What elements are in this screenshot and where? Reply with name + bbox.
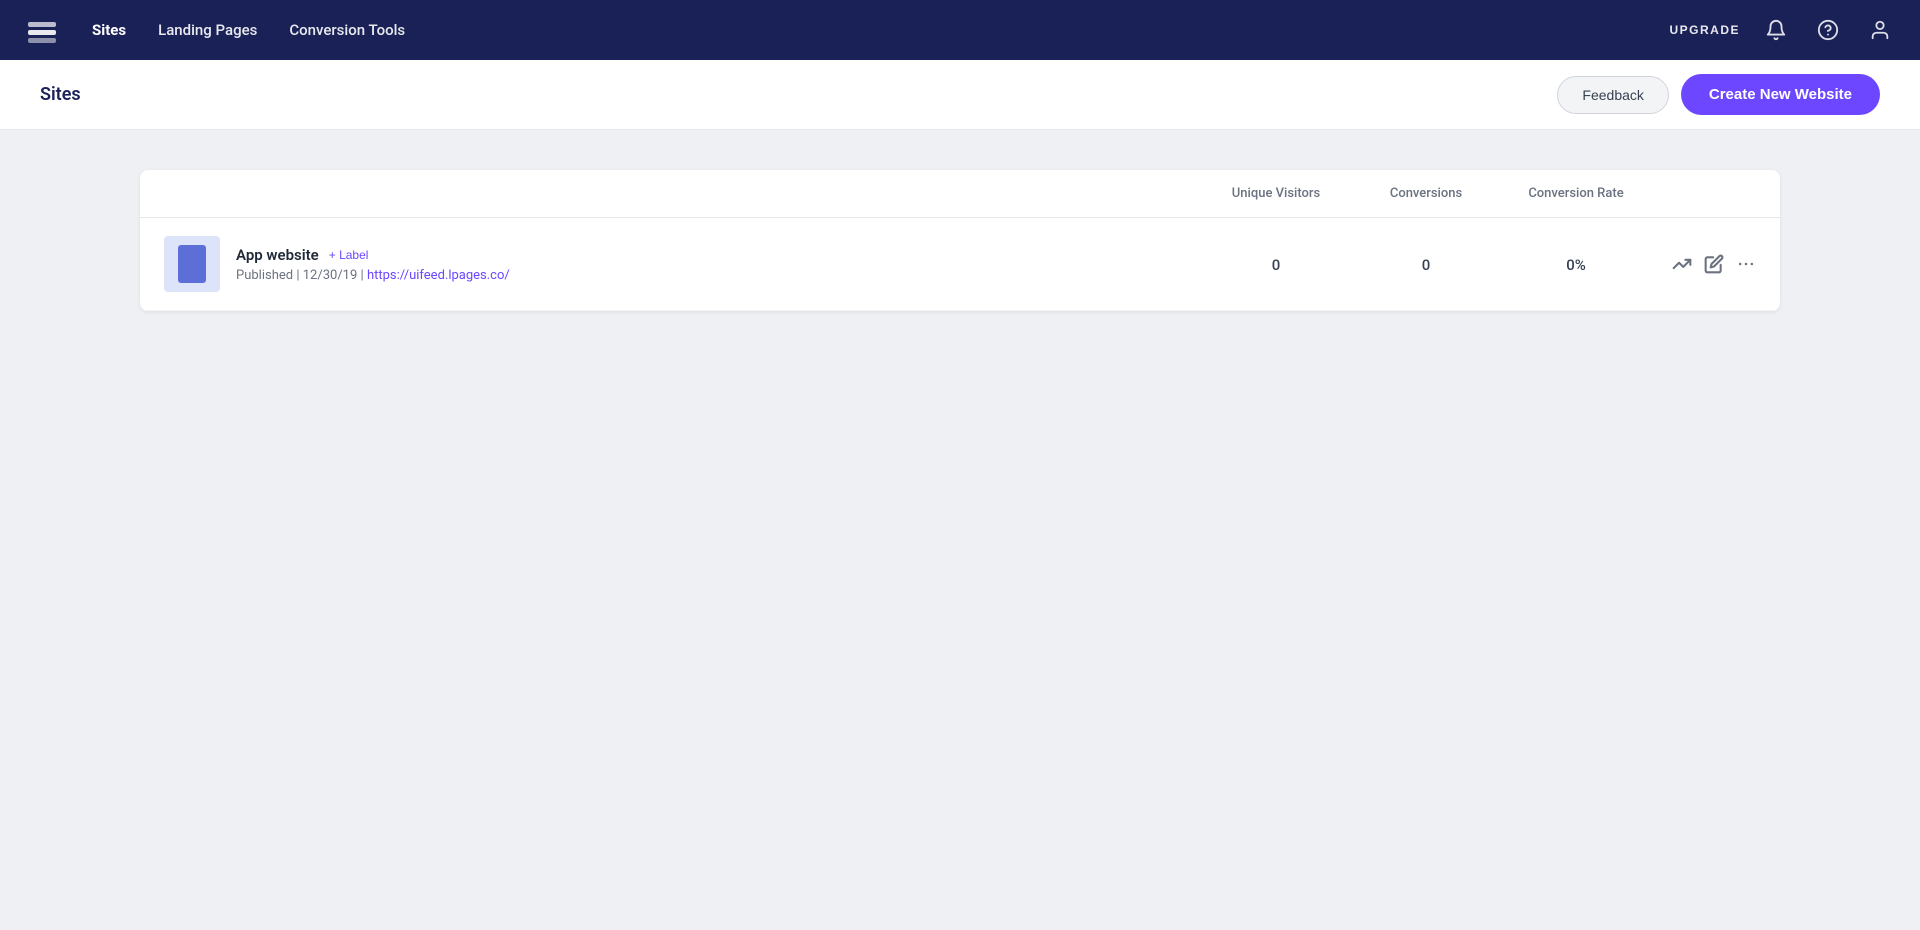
nav-left: Sites Landing Pages Conversion Tools bbox=[24, 12, 405, 48]
nav-sites[interactable]: Sites bbox=[92, 21, 126, 39]
sites-table: Unique Visitors Conversions Conversion R… bbox=[140, 170, 1780, 311]
upgrade-button[interactable]: Upgrade bbox=[1669, 23, 1740, 37]
question-icon bbox=[1817, 19, 1839, 41]
unique-visitors-value: 0 bbox=[1196, 255, 1356, 274]
conversion-rate-header: Conversion Rate bbox=[1496, 186, 1656, 201]
logo[interactable] bbox=[24, 12, 60, 48]
edit-button[interactable] bbox=[1704, 254, 1724, 274]
thumbnail-graphic bbox=[178, 245, 206, 283]
page-header: Sites Feedback Create New Website bbox=[0, 60, 1920, 130]
conversions-value: 0 bbox=[1356, 255, 1496, 274]
table-header: Unique Visitors Conversions Conversion R… bbox=[140, 170, 1780, 218]
nav-conversion-tools[interactable]: Conversion Tools bbox=[289, 21, 405, 39]
table-row: App website + Label Published | 12/30/19… bbox=[140, 218, 1780, 311]
user-menu-button[interactable] bbox=[1864, 14, 1896, 46]
table-column-headers: Unique Visitors Conversions Conversion R… bbox=[1196, 186, 1756, 201]
notifications-button[interactable] bbox=[1760, 14, 1792, 46]
add-label-button[interactable]: + Label bbox=[329, 248, 369, 262]
header-actions: Feedback Create New Website bbox=[1557, 74, 1880, 115]
create-new-website-button[interactable]: Create New Website bbox=[1681, 74, 1880, 115]
user-icon bbox=[1869, 19, 1891, 41]
edit-icon bbox=[1704, 254, 1724, 274]
main-content: Unique Visitors Conversions Conversion R… bbox=[0, 130, 1920, 351]
site-url[interactable]: https://uifeed.lpages.co/ bbox=[367, 268, 510, 283]
site-name-row: App website + Label bbox=[236, 246, 1196, 264]
analytics-button[interactable] bbox=[1672, 254, 1692, 274]
conversions-header: Conversions bbox=[1356, 186, 1496, 201]
conversion-rate-value: 0% bbox=[1496, 255, 1656, 274]
site-date: 12/30/19 bbox=[303, 268, 358, 283]
nav-landing-pages[interactable]: Landing Pages bbox=[158, 21, 257, 39]
more-options-icon bbox=[1736, 254, 1756, 274]
more-options-button[interactable] bbox=[1736, 254, 1756, 274]
site-info: App website + Label Published | 12/30/19… bbox=[236, 246, 1196, 283]
top-navigation: Sites Landing Pages Conversion Tools Upg… bbox=[0, 0, 1920, 60]
help-button[interactable] bbox=[1812, 14, 1844, 46]
bell-icon bbox=[1765, 19, 1787, 41]
site-name: App website bbox=[236, 246, 319, 264]
row-actions bbox=[1656, 254, 1756, 274]
nav-right: Upgrade bbox=[1669, 14, 1896, 46]
feedback-button[interactable]: Feedback bbox=[1557, 76, 1668, 114]
site-thumbnail bbox=[164, 236, 220, 292]
page-title: Sites bbox=[40, 84, 81, 105]
site-stats: 0 0 0% bbox=[1196, 254, 1756, 274]
site-status: Published bbox=[236, 268, 293, 283]
site-meta: Published | 12/30/19 | https://uifeed.lp… bbox=[236, 268, 1196, 283]
unique-visitors-header: Unique Visitors bbox=[1196, 186, 1356, 201]
analytics-icon bbox=[1672, 254, 1692, 274]
